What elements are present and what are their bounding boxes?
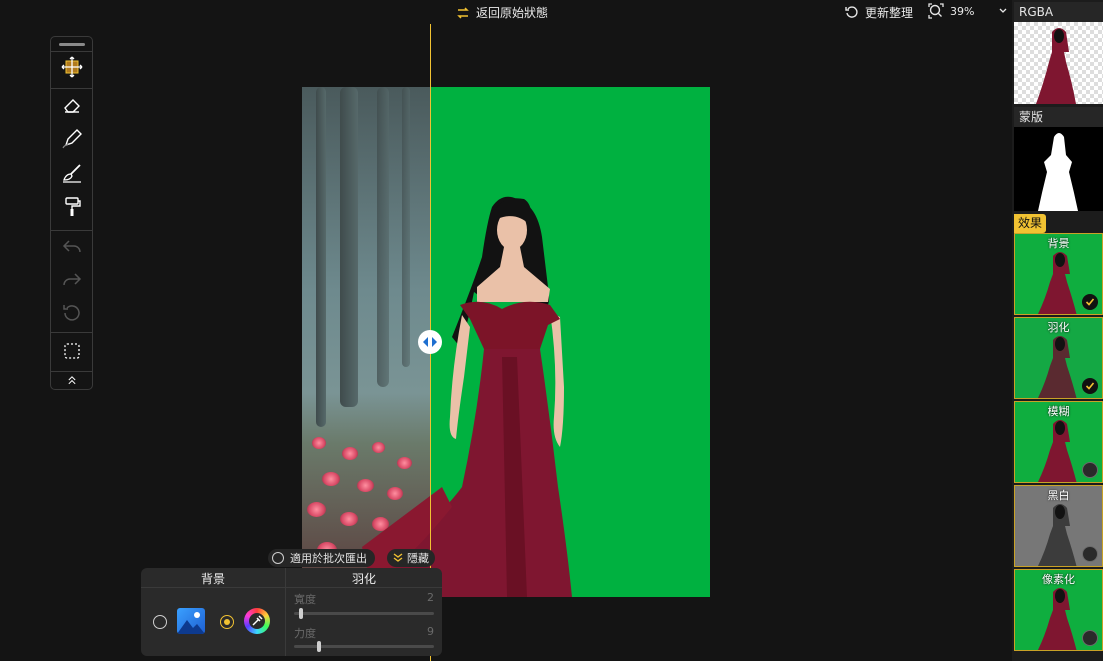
selection-tool-button[interactable]	[56, 337, 88, 365]
eyedropper-icon	[249, 613, 265, 629]
double-chevron-up-icon	[68, 376, 76, 385]
restore-brush-button[interactable]	[56, 159, 88, 187]
undo-button[interactable]	[56, 233, 88, 261]
image-background-icon[interactable]	[177, 608, 205, 634]
checkmark-icon[interactable]	[1082, 378, 1098, 394]
effect-name: 黑白	[1047, 489, 1070, 502]
width-slider-value: 2	[427, 591, 434, 604]
image-canvas[interactable]	[302, 87, 710, 597]
image-background-radio[interactable]	[153, 615, 167, 629]
paint-brush-icon	[63, 164, 81, 183]
apply-batch-export-toggle[interactable]: 適用於批次匯出	[268, 549, 375, 567]
pencil-icon	[62, 129, 82, 149]
refresh-button[interactable]: 更新整理	[845, 4, 913, 21]
collapse-toolbar-button[interactable]	[56, 371, 88, 389]
brush-tool-button[interactable]	[56, 125, 88, 153]
paint-roller-button[interactable]	[56, 193, 88, 221]
paint-roller-icon	[65, 197, 81, 216]
effect-item[interactable]: 羽化	[1014, 317, 1103, 399]
revert-original-label: 返回原始狀態	[476, 6, 549, 20]
undo-icon	[62, 240, 81, 253]
effect-name: 背景	[1047, 237, 1070, 250]
divider	[51, 51, 92, 52]
effects-label: 效果	[1014, 214, 1047, 233]
refresh-icon	[845, 5, 858, 18]
dashed-selection-icon	[64, 343, 80, 359]
color-picker-button[interactable]	[244, 608, 270, 634]
width-slider-knob[interactable]	[298, 608, 303, 619]
divider	[141, 587, 442, 588]
strength-slider-value: 9	[427, 625, 434, 638]
strength-slider-track[interactable]	[294, 645, 434, 648]
strength-slider-knob[interactable]	[316, 641, 321, 652]
revert-original-button[interactable]: 返回原始狀態	[456, 4, 548, 21]
mask-thumbnail[interactable]	[1014, 127, 1103, 211]
mask-silhouette	[1038, 133, 1078, 211]
move-tool-button[interactable]	[56, 53, 88, 81]
divider	[51, 332, 92, 333]
background-section-title: 背景	[200, 572, 225, 586]
hide-label: 隱藏	[407, 552, 429, 565]
effect-name: 羽化	[1047, 321, 1070, 334]
divider	[51, 88, 92, 89]
effect-name: 模糊	[1047, 405, 1070, 418]
zoom-value: 39%	[950, 4, 975, 18]
width-slider-label: 寬度	[294, 593, 316, 606]
eraser-icon	[64, 99, 80, 113]
swap-arrows-icon	[457, 6, 469, 19]
landscape-image-icon	[177, 612, 205, 634]
unchecked-circle-icon[interactable]	[1082, 630, 1098, 646]
effect-settings-panel: 背景 羽化 寬度 2 力度 9	[141, 568, 442, 656]
drag-handle[interactable]	[59, 43, 85, 46]
unchecked-circle-icon[interactable]	[1082, 462, 1098, 478]
refresh-label: 更新整理	[865, 6, 914, 20]
reset-button[interactable]	[56, 299, 88, 327]
effect-item[interactable]: 像素化	[1014, 569, 1103, 651]
redo-button[interactable]	[56, 266, 88, 294]
chevron-down-icon	[999, 8, 1007, 13]
hide-panel-button[interactable]: 隱藏	[387, 549, 435, 567]
width-slider-track[interactable]	[294, 612, 434, 615]
zoom-icon	[928, 3, 944, 19]
arrows-left-right-icon	[423, 336, 437, 348]
move-icon	[61, 56, 83, 78]
mask-label: 蒙版	[1014, 107, 1103, 127]
checkmark-icon[interactable]	[1082, 294, 1098, 310]
color-background-radio[interactable]	[220, 615, 234, 629]
subject-figure	[362, 196, 572, 597]
split-handle[interactable]	[418, 330, 442, 354]
effect-item[interactable]: 黑白	[1014, 485, 1103, 567]
effect-item[interactable]: 背景	[1014, 233, 1103, 315]
rgba-label: RGBA	[1014, 2, 1103, 22]
double-chevron-down-icon	[393, 553, 403, 562]
subject-thumbnail	[1036, 28, 1076, 104]
effect-name: 像素化	[1042, 573, 1075, 586]
top-bar: 返回原始狀態 更新整理 39%	[0, 0, 1012, 24]
strength-slider-label: 力度	[294, 627, 316, 640]
tool-palette	[50, 36, 93, 390]
unchecked-circle-icon[interactable]	[1082, 546, 1098, 562]
divider	[51, 230, 92, 231]
rgba-thumbnail[interactable]	[1014, 22, 1103, 104]
feather-section-title: 羽化	[351, 572, 376, 586]
zoom-dropdown[interactable]: 39%	[928, 3, 1008, 19]
batch-label: 適用於批次匯出	[290, 552, 367, 565]
redo-icon	[63, 273, 82, 286]
batch-radio[interactable]	[272, 552, 284, 564]
eraser-tool-button[interactable]	[56, 91, 88, 119]
reset-icon	[63, 305, 80, 321]
effect-item[interactable]: 模糊	[1014, 401, 1103, 483]
